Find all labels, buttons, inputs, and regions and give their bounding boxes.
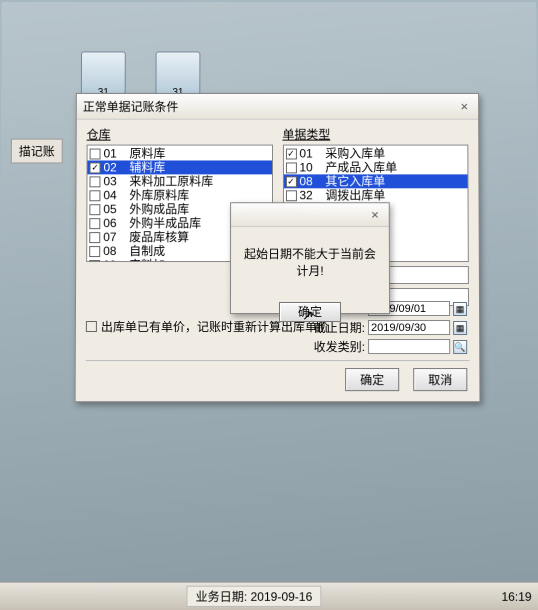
item-code: 07: [103, 230, 129, 244]
checkbox-icon[interactable]: [89, 204, 100, 215]
msgbox-titlebar: ×: [231, 203, 389, 227]
divider: [86, 360, 469, 361]
calendar-picker-icon[interactable]: ▦: [453, 321, 467, 335]
doctype-panel-title: 单据类型: [282, 126, 468, 143]
item-code: 32: [299, 188, 325, 202]
item-name: 采购入库单: [325, 147, 385, 161]
checkbox-icon[interactable]: ✓: [285, 148, 296, 159]
checkbox-icon[interactable]: [90, 148, 101, 159]
list-item[interactable]: ✓02辅料库: [88, 160, 272, 174]
item-name: 辅料库: [129, 160, 165, 174]
checkbox-icon[interactable]: ✓: [285, 176, 296, 187]
item-code: 04: [103, 188, 129, 202]
item-code: 03: [103, 174, 129, 188]
item-name: 来料加工原料库: [129, 174, 213, 188]
item-code: 02: [103, 160, 129, 174]
checkbox-icon[interactable]: [285, 190, 296, 201]
warehouse-panel-title: 仓库: [87, 126, 273, 143]
business-date-label: 业务日期:: [195, 590, 247, 604]
item-code: 06: [103, 216, 129, 230]
sidebar-posting-button[interactable]: 描记账: [11, 139, 63, 164]
item-code: 09: [103, 258, 129, 262]
item-code: 01: [299, 147, 325, 161]
item-name: 原料库: [129, 147, 165, 161]
list-item[interactable]: ✓08其它入库单: [283, 174, 467, 188]
taskbar: 业务日期: 2019-09-16 16:19: [0, 582, 538, 610]
list-item[interactable]: 04外库原料库: [87, 188, 271, 202]
checkbox-icon[interactable]: [89, 176, 100, 187]
checkbox-icon[interactable]: ✓: [90, 162, 101, 173]
item-name: 产成品入库单: [325, 160, 397, 174]
list-item[interactable]: 32调拨出库单: [283, 188, 467, 202]
taskbar-time: 16:19: [501, 589, 531, 603]
close-icon[interactable]: ×: [367, 207, 383, 222]
list-item[interactable]: ✓01采购入库单: [283, 147, 467, 161]
desktop: 31 31 描记账 正常单据记账条件 × 仓库 01原料库✓02辅料库03来料加…: [0, 2, 538, 610]
item-name: 自制成: [129, 244, 165, 258]
list-item[interactable]: 03来料加工原料库: [87, 174, 271, 188]
error-message-dialog: × 起始日期不能大于当前会计月! 确定: [230, 202, 390, 314]
item-code: 01: [104, 147, 130, 161]
item-name: 其它入库单: [325, 174, 385, 188]
error-message-text: 起始日期不能大于当前会计月!: [243, 245, 377, 279]
calendar-picker-icon[interactable]: ▦: [453, 302, 467, 316]
dialog-titlebar: 正常单据记账条件 ×: [77, 94, 478, 120]
msgbox-ok-button[interactable]: 确定: [279, 302, 341, 322]
close-icon[interactable]: ×: [457, 99, 473, 114]
checkbox-icon[interactable]: [285, 162, 296, 173]
item-code: 08: [299, 174, 325, 188]
type-input[interactable]: [368, 339, 450, 354]
list-item[interactable]: 10产成品入库单: [283, 160, 467, 174]
item-code: 05: [103, 202, 129, 216]
item-name: 外购半成品库: [129, 216, 201, 230]
item-name: 外购成品库: [129, 202, 189, 216]
ok-button[interactable]: 确定: [345, 368, 399, 391]
item-code: 10: [299, 160, 325, 174]
checkbox-icon[interactable]: [89, 218, 100, 229]
checkbox-icon[interactable]: [89, 190, 100, 201]
cancel-button[interactable]: 取消: [413, 368, 467, 391]
dialog-title: 正常单据记账条件: [83, 98, 179, 115]
list-item[interactable]: 01原料库: [88, 147, 272, 161]
checkbox-icon[interactable]: [89, 232, 100, 243]
checkbox-icon[interactable]: [89, 246, 100, 257]
item-name: 调拨出库单: [325, 188, 385, 202]
recalc-checkbox[interactable]: [86, 321, 97, 332]
item-name: 废品库核算: [129, 230, 189, 244]
checkbox-icon[interactable]: [89, 260, 100, 262]
item-name: 外库原料库: [129, 188, 189, 202]
item-code: 08: [103, 244, 129, 258]
type-label: 收发类别:: [314, 338, 365, 355]
business-date-segment: 业务日期: 2019-09-16: [186, 586, 321, 607]
lookup-icon[interactable]: 🔍: [453, 340, 467, 354]
business-date-value: 2019-09-16: [251, 590, 313, 604]
item-name: 来料加: [129, 258, 165, 262]
